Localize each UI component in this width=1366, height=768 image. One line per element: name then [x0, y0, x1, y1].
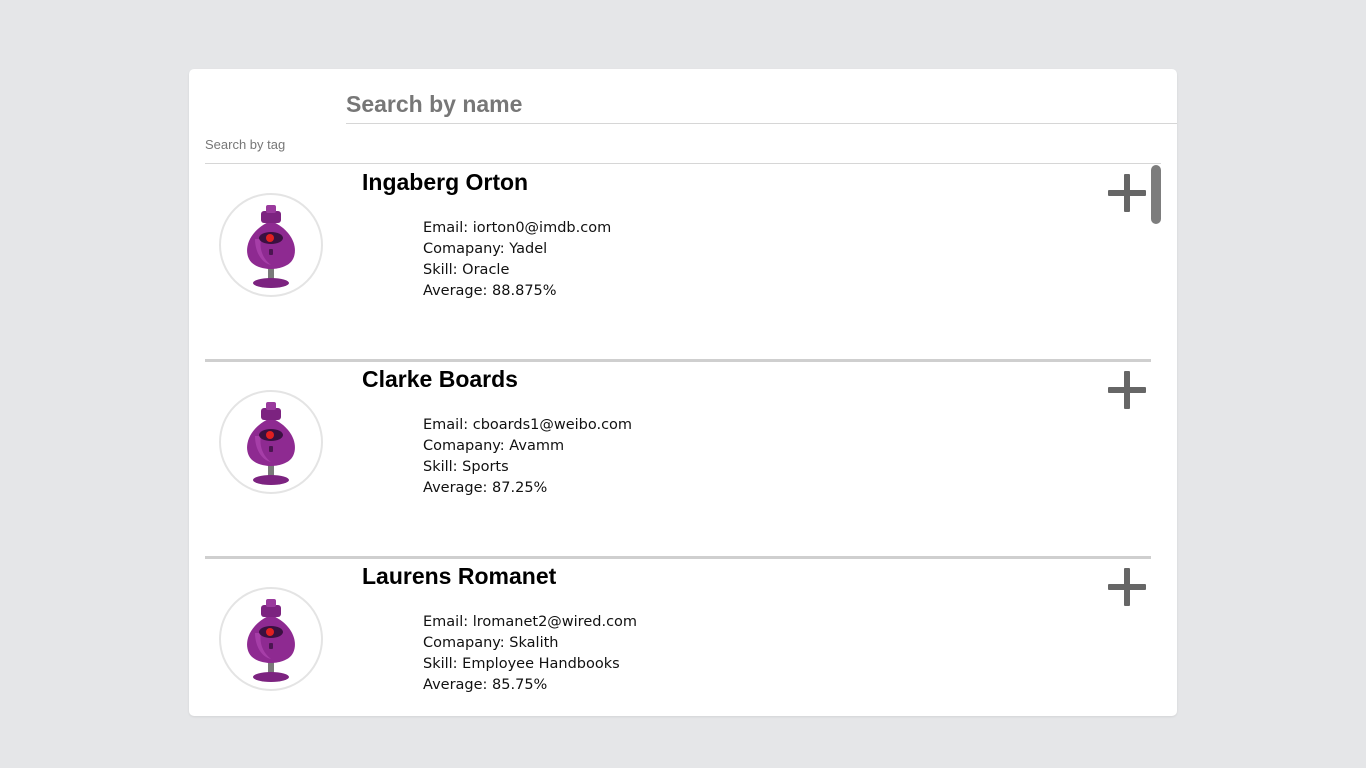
student-email: Email: cboards1@weibo.com [423, 417, 633, 433]
student-email: Email: iorton0@imdb.com [423, 220, 612, 236]
student-email: Email: lromanet2@wired.com [423, 614, 638, 630]
list-scrollbar[interactable] [1151, 165, 1161, 716]
expand-plus-button[interactable] [1105, 565, 1149, 609]
student-details: Email: lromanet2@wired.com Comapany: Ska… [423, 612, 637, 696]
student-skill: Skill: Employee Handbooks [423, 656, 620, 672]
student-name: Clarke Boards [362, 366, 518, 392]
student-average: Average: 85.75% [423, 677, 548, 693]
student-name: Ingaberg Orton [362, 169, 529, 195]
student-details: Email: cboards1@weibo.com Comapany: Avam… [423, 415, 632, 499]
scrollbar-thumb[interactable] [1151, 165, 1161, 224]
student-company: Comapany: Avamm [423, 438, 565, 454]
student-list[interactable]: Ingaberg Orton Email: iorton0@imdb.com C… [205, 165, 1161, 716]
student-item: Clarke Boards Email: cboards1@weibo.com … [205, 362, 1151, 559]
student-details: Email: iorton0@imdb.com Comapany: Yadel … [423, 218, 611, 302]
student-skill: Skill: Sports [423, 459, 509, 475]
student-card-container: Ingaberg Orton Email: iorton0@imdb.com C… [189, 69, 1177, 716]
student-average: Average: 88.875% [423, 283, 557, 299]
search-by-name-input[interactable] [346, 85, 1177, 124]
student-company: Comapany: Skalith [423, 635, 559, 651]
student-skill: Skill: Oracle [423, 262, 510, 278]
student-name: Laurens Romanet [362, 563, 557, 589]
robot-avatar-icon [219, 193, 323, 297]
student-item: Laurens Romanet Email: lromanet2@wired.c… [205, 559, 1151, 716]
student-company: Comapany: Yadel [423, 241, 548, 257]
robot-avatar-icon [219, 587, 323, 691]
student-average: Average: 87.25% [423, 480, 548, 496]
student-item: Ingaberg Orton Email: iorton0@imdb.com C… [205, 165, 1151, 362]
robot-avatar-icon [219, 390, 323, 494]
search-by-tag-input[interactable] [205, 125, 1161, 164]
expand-plus-button[interactable] [1105, 368, 1149, 412]
expand-plus-button[interactable] [1105, 171, 1149, 215]
